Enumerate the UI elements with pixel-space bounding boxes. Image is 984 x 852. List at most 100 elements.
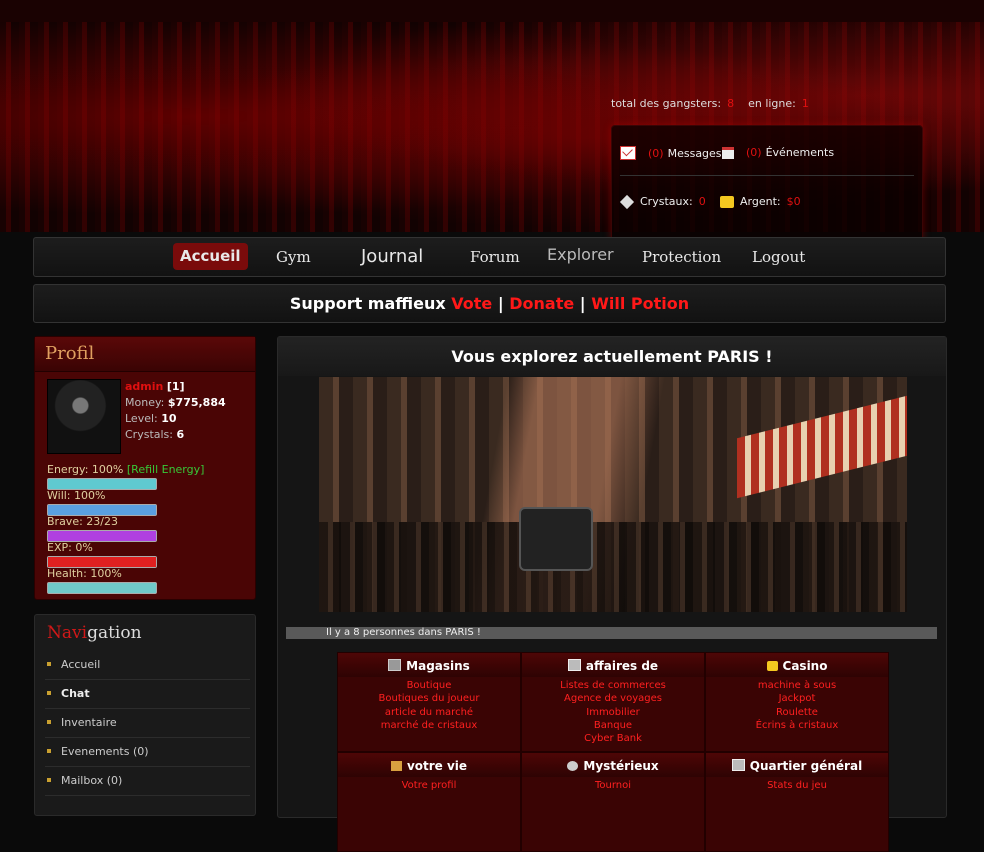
cell-mysterieux: Mystérieux Tournoi — [521, 752, 705, 852]
will-potion-link[interactable]: Will Potion — [591, 294, 689, 313]
link-machine-sous[interactable]: machine à sous — [706, 679, 888, 692]
profile-id: [1] — [166, 380, 185, 393]
messages-link[interactable]: (0) Messages — [620, 146, 722, 160]
will-bar-fill — [48, 505, 156, 515]
cell-header: votre vie — [338, 753, 520, 777]
money-label: Argent: — [740, 195, 781, 208]
calendar-icon — [722, 146, 734, 159]
will-label: Will: 100% — [47, 489, 106, 502]
user-info-box: (0) Messages (0) Événements Crystaux: 0 … — [611, 125, 923, 242]
image-detail — [519, 507, 593, 571]
link-boutique[interactable]: Boutique — [338, 679, 520, 692]
nav-item-label: Accueil — [61, 658, 101, 671]
people-count-text: Il y a 8 personnes dans PARIS ! — [326, 627, 481, 638]
bullet-icon — [47, 691, 51, 695]
vote-link[interactable]: Vote — [451, 294, 492, 313]
link-votre-profil[interactable]: Votre profil — [338, 779, 520, 792]
hq-icon — [731, 759, 745, 771]
messages-label: Messages — [667, 146, 722, 160]
nav-gym[interactable]: Gym — [276, 238, 311, 276]
link-stats-jeu[interactable]: Stats du jeu — [706, 779, 888, 792]
navigation-title-red: Navi — [47, 623, 88, 643]
nav-logout[interactable]: Logout — [752, 238, 805, 276]
link-jackpot[interactable]: Jackpot — [706, 692, 888, 705]
nav-item-label: Chat — [61, 687, 90, 700]
scroll-icon — [390, 761, 402, 771]
bullet-icon — [47, 778, 51, 782]
gold-icon — [720, 195, 734, 208]
crystals-label: Crystals: — [125, 428, 173, 441]
link-cyber-bank[interactable]: Cyber Bank — [522, 732, 704, 745]
nav-accueil[interactable]: Accueil — [173, 243, 248, 270]
cell-links: machine à sous Jackpot Roulette Écrins à… — [706, 677, 888, 732]
image-detail — [737, 395, 907, 499]
link-agence-voyages[interactable]: Agence de voyages — [522, 692, 704, 705]
navigation-title: Navigation — [47, 623, 142, 643]
link-banque[interactable]: Banque — [522, 719, 704, 732]
cell-title: Quartier général — [749, 759, 863, 773]
events-link[interactable]: (0) Événements — [722, 146, 834, 159]
cell-quartier-general: Quartier général Stats du jeu — [705, 752, 889, 852]
money-value: $775,884 — [167, 396, 226, 409]
shop-icon — [388, 659, 402, 671]
crystals-label: Crystaux: — [640, 195, 693, 208]
paris-street-image — [319, 377, 907, 612]
profile-panel: Profil admin [1] Money: $775,884 Level: … — [34, 336, 256, 600]
cell-votre-vie: votre vie Votre profil — [337, 752, 521, 852]
messages-count: (0) — [648, 146, 664, 160]
link-boutiques-joueur[interactable]: Boutiques du joueur — [338, 692, 520, 705]
cell-links: Boutique Boutiques du joueur article du … — [338, 677, 520, 732]
nav-protection[interactable]: Protection — [642, 238, 721, 276]
support-separator: | — [497, 294, 504, 313]
energy-label: Energy: 100% [Refill Energy] — [47, 463, 204, 476]
cell-title: votre vie — [406, 759, 468, 773]
envelope-icon — [620, 146, 636, 160]
people-count-bar: Il y a 8 personnes dans PARIS ! — [286, 627, 937, 639]
profile-title: Profil — [45, 343, 95, 364]
donate-link[interactable]: Donate — [509, 294, 574, 313]
energy-bar-fill — [48, 479, 156, 489]
avatar[interactable] — [47, 379, 121, 454]
refill-energy-link[interactable]: [Refill Energy] — [127, 463, 205, 476]
link-immobilier[interactable]: Immobilier — [522, 706, 704, 719]
nav-item-accueil[interactable]: Accueil — [45, 650, 250, 680]
nav-journal[interactable]: Journal — [361, 238, 423, 276]
cell-header: Magasins — [338, 653, 520, 677]
nav-item-chat[interactable]: Chat — [45, 679, 250, 709]
link-roulette[interactable]: Roulette — [706, 706, 888, 719]
explore-panel: Vous explorez actuellement PARIS ! Il y … — [277, 336, 947, 852]
cell-links: Stats du jeu — [706, 777, 888, 792]
nav-item-mailbox[interactable]: Mailbox (0) — [45, 766, 250, 796]
link-article-marche[interactable]: article du marché — [338, 706, 520, 719]
online-value: 1 — [801, 97, 809, 110]
exp-bar-fill — [48, 557, 156, 567]
profile-name-row: admin [1] — [125, 380, 185, 393]
cell-links: Listes de commerces Agence de voyages Im… — [522, 677, 704, 745]
nav-item-evenements[interactable]: Evenements (0) — [45, 737, 250, 767]
brave-label: Brave: 23/23 — [47, 515, 118, 528]
total-gangsters-label: total des gangsters: — [611, 97, 722, 110]
image-detail — [319, 522, 907, 612]
profile-crystals-row: Crystals: 6 — [125, 428, 184, 441]
link-marche-cristaux[interactable]: marché de cristaux — [338, 719, 520, 732]
cell-header: Casino — [706, 653, 888, 677]
nav-item-label: Mailbox (0) — [61, 774, 123, 787]
link-listes-commerces[interactable]: Listes de commerces — [522, 679, 704, 692]
health-bar — [47, 582, 157, 594]
coins-icon — [766, 661, 778, 671]
navigation-panel: Navigation Accueil Chat Inventaire Evene… — [34, 614, 256, 816]
online-label: en ligne: — [748, 97, 796, 110]
cell-title: Mystérieux — [583, 759, 659, 773]
nav-item-inventaire[interactable]: Inventaire — [45, 708, 250, 738]
money-label: Money: — [125, 396, 165, 409]
link-tournoi[interactable]: Tournoi — [522, 779, 704, 792]
nav-forum[interactable]: Forum — [470, 238, 520, 276]
profile-name-link[interactable]: admin — [125, 380, 163, 393]
profile-money-row: Money: $775,884 — [125, 396, 226, 409]
cell-magasins: Magasins Boutique Boutiques du joueur ar… — [337, 652, 521, 752]
header-banner: total des gangsters: 8 en ligne: 1 (0) Mess… — [0, 0, 984, 242]
nav-explorer[interactable]: Explorer — [547, 236, 614, 274]
money-value: $0 — [786, 195, 801, 208]
bullet-icon — [47, 749, 51, 753]
link-ecrins-cristaux[interactable]: Écrins à cristaux — [706, 719, 888, 732]
